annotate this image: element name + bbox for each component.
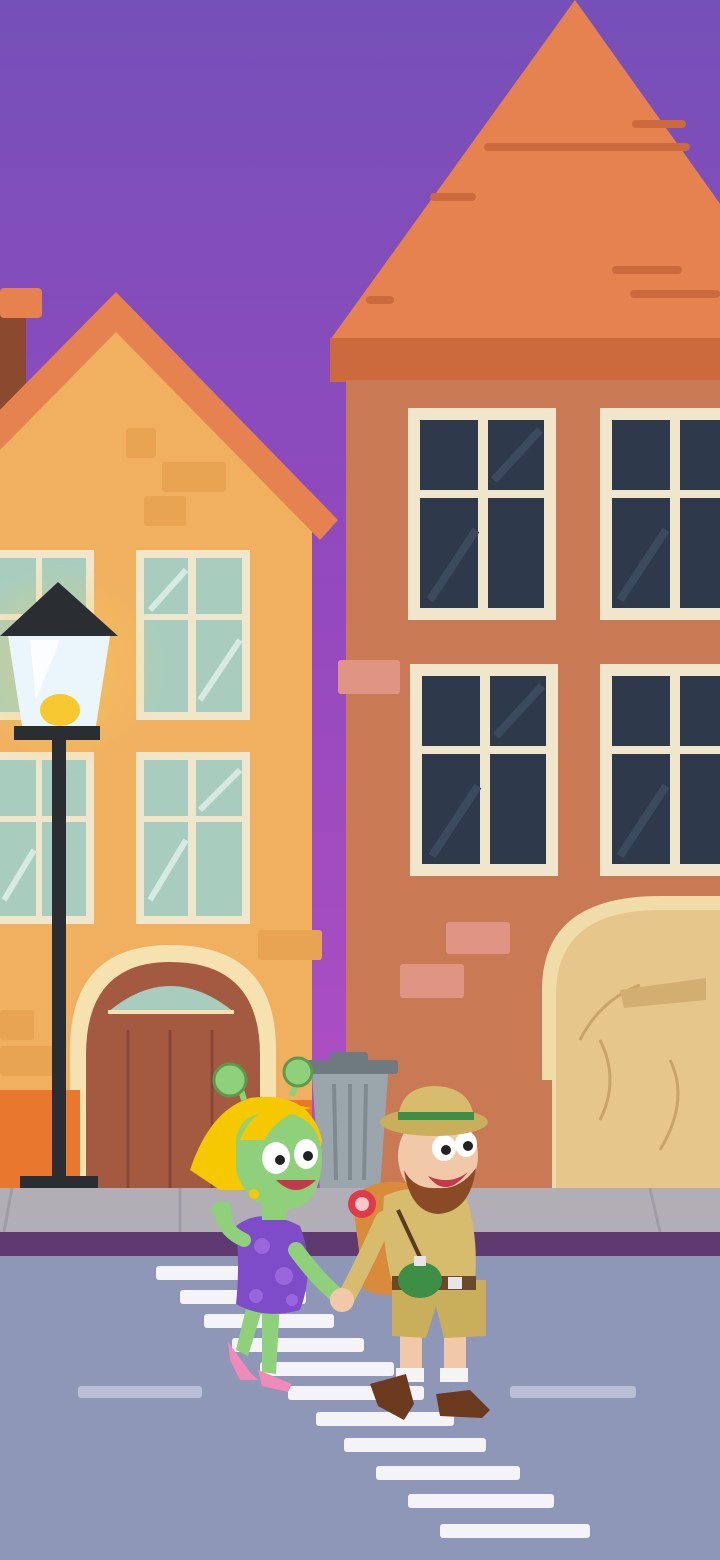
scene-canvas bbox=[0, 0, 720, 1560]
road bbox=[0, 1256, 720, 1560]
tall-house-door bbox=[540, 896, 720, 1190]
lane-marking bbox=[78, 1386, 202, 1398]
left-house-window bbox=[136, 752, 250, 924]
lane-marking bbox=[510, 1386, 636, 1398]
tall-house-window bbox=[410, 664, 558, 876]
tall-house-window bbox=[408, 408, 556, 620]
game-scene bbox=[0, 0, 720, 1560]
left-house-window bbox=[0, 752, 94, 924]
tall-house-window bbox=[600, 664, 720, 876]
tall-house-window bbox=[600, 408, 720, 620]
